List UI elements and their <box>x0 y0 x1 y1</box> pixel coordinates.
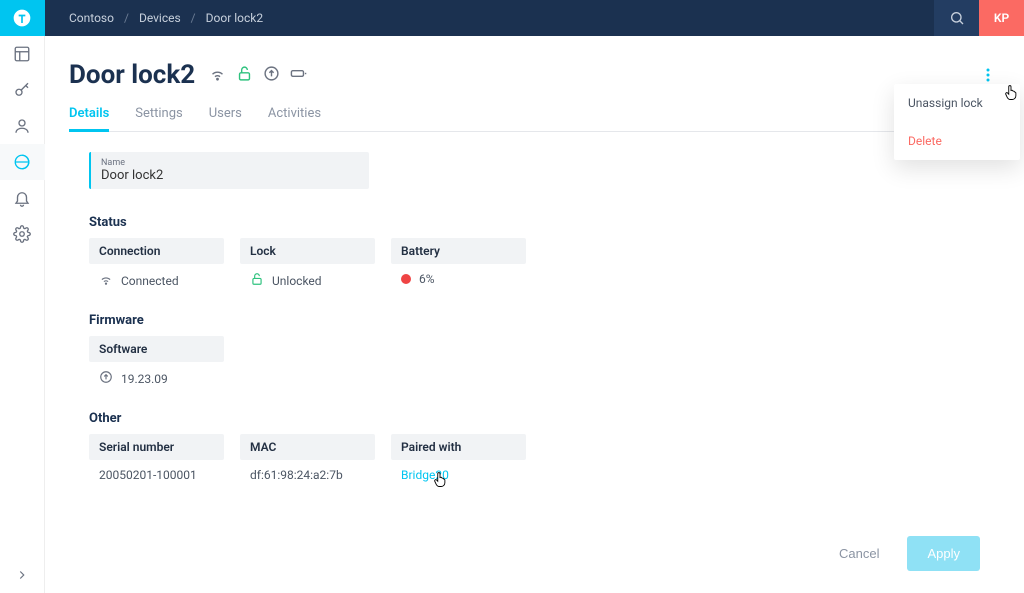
section-other-title: Other <box>89 411 980 426</box>
user-avatar[interactable]: KP <box>979 0 1024 36</box>
breadcrumb-sep: / <box>191 11 196 25</box>
breadcrumb: Contoso / Devices / Door lock2 <box>69 11 263 25</box>
tab-users[interactable]: Users <box>209 98 242 131</box>
search-button[interactable] <box>934 0 979 36</box>
other-mac-label: MAC <box>240 434 375 460</box>
sidebar <box>0 0 45 593</box>
update-icon <box>99 370 113 387</box>
other-serial-label: Serial number <box>89 434 224 460</box>
sidebar-expand-toggle[interactable] <box>0 557 45 593</box>
breadcrumb-item[interactable]: Door lock2 <box>206 11 263 25</box>
section-firmware-title: Firmware <box>89 313 980 328</box>
sidebar-item-keys[interactable] <box>0 72 45 108</box>
breadcrumb-section[interactable]: Devices <box>139 11 181 25</box>
lock-open-icon <box>250 272 264 289</box>
other-paired-label: Paired with <box>391 434 526 460</box>
name-field-value: Door lock2 <box>101 168 359 183</box>
other-serial-value: 20050201-100001 <box>89 468 224 482</box>
sidebar-item-notifications[interactable] <box>0 180 45 216</box>
status-battery-value: 6% <box>391 272 526 286</box>
status-lock-value: Unlocked <box>240 272 375 289</box>
other-paired-value: Bridge20 <box>391 468 526 482</box>
tab-activities[interactable]: Activities <box>268 98 321 131</box>
menu-item-unassign[interactable]: Unassign lock <box>894 84 1020 122</box>
tab-details[interactable]: Details <box>69 98 109 132</box>
name-field-label: Name <box>101 158 359 168</box>
paired-bridge-link[interactable]: Bridge20 <box>401 468 449 482</box>
sidebar-item-devices[interactable] <box>0 144 45 180</box>
firmware-software-value: 19.23.09 <box>89 370 224 387</box>
wifi-icon <box>99 272 113 289</box>
actions-menu: Unassign lock Delete <box>894 84 1020 160</box>
status-connection-value: Connected <box>89 272 224 289</box>
tab-settings[interactable]: Settings <box>135 98 182 131</box>
apply-button[interactable]: Apply <box>907 536 980 571</box>
update-icon <box>263 65 280 86</box>
firmware-software-label: Software <box>89 336 224 362</box>
name-field[interactable]: Name Door lock2 <box>89 152 369 189</box>
topbar: Contoso / Devices / Door lock2 KP <box>45 0 1024 36</box>
status-battery-label: Battery <box>391 238 526 264</box>
cancel-button[interactable]: Cancel <box>825 538 893 569</box>
sidebar-item-dashboard[interactable] <box>0 36 45 72</box>
header-status-icons <box>209 65 307 86</box>
tabs: Details Settings Users Activities <box>69 98 1000 132</box>
content-area: Door lock2 Unassign lock Delete <box>45 36 1024 593</box>
breadcrumb-sep: / <box>124 11 129 25</box>
battery-icon <box>290 65 307 86</box>
status-lock-label: Lock <box>240 238 375 264</box>
sidebar-item-settings[interactable] <box>0 216 45 252</box>
menu-item-delete[interactable]: Delete <box>894 122 1020 160</box>
status-connection-label: Connection <box>89 238 224 264</box>
page-title: Door lock2 <box>69 60 195 90</box>
app-logo[interactable] <box>0 0 45 36</box>
section-status-title: Status <box>89 215 980 230</box>
breadcrumb-org[interactable]: Contoso <box>69 11 114 25</box>
sidebar-item-users[interactable] <box>0 108 45 144</box>
battery-low-dot-icon <box>401 274 411 284</box>
other-mac-value: df:61:98:24:a2:7b <box>240 468 375 482</box>
lock-open-icon <box>236 65 253 86</box>
wifi-icon <box>209 65 226 86</box>
